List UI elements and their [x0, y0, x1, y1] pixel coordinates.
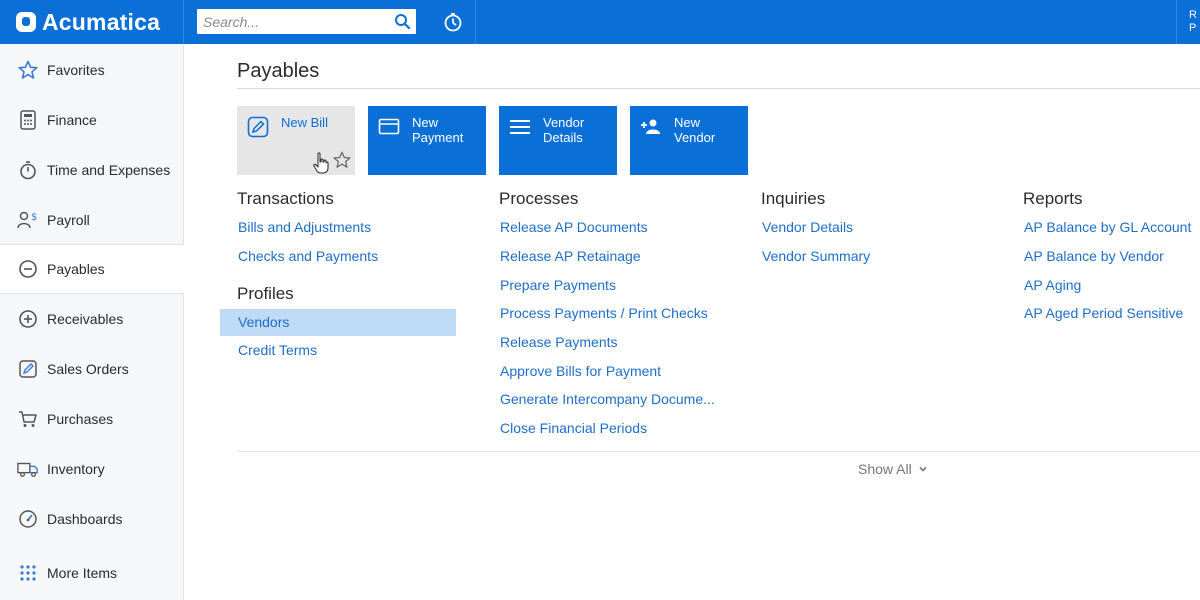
- hand-cursor-icon: [313, 152, 329, 174]
- app-name: Acumatica: [42, 8, 161, 35]
- sidebar-item-receivables[interactable]: Receivables: [0, 294, 184, 344]
- transactions-heading: Transactions: [237, 189, 334, 208]
- new-vendor-tile[interactable]: New Vendor: [630, 106, 748, 175]
- vendors-link[interactable]: Vendors: [220, 309, 456, 336]
- add-person-icon: [641, 119, 660, 134]
- vendor-details-tile[interactable]: Vendor Details: [499, 106, 617, 175]
- bottom-divider: [237, 451, 1200, 452]
- checks-and-payments-link[interactable]: Checks and Payments: [238, 248, 378, 264]
- sidebar-item-dashboards[interactable]: Dashboards: [0, 494, 184, 544]
- bills-and-adjustments-link[interactable]: Bills and Adjustments: [238, 219, 371, 235]
- show-all-button[interactable]: Show All: [858, 461, 928, 477]
- sidebar-item-label: Payroll: [47, 212, 90, 228]
- close-financial-periods-link[interactable]: Close Financial Periods: [500, 420, 647, 436]
- main-content: Payables New Bill New Payment Vendor Det…: [185, 44, 1200, 600]
- prepare-payments-link[interactable]: Prepare Payments: [500, 277, 616, 293]
- sidebar-item-sales-orders[interactable]: Sales Orders: [0, 344, 184, 394]
- sidebar-item-label: Time and Expenses: [47, 162, 171, 178]
- ap-aging-link[interactable]: AP Aging: [1024, 277, 1081, 293]
- sidebar-item-label: Sales Orders: [47, 361, 129, 377]
- gauge-icon: [17, 508, 39, 530]
- sidebar-item-label: Favorites: [47, 62, 105, 78]
- card-icon: [378, 118, 400, 135]
- logo-icon: [16, 12, 36, 32]
- ap-balance-by-gl-account-link[interactable]: AP Balance by GL Account: [1024, 219, 1191, 235]
- process-payments-print-checks-link[interactable]: Process Payments / Print Checks: [500, 305, 708, 321]
- sidebar-item-favorites[interactable]: Favorites: [0, 45, 184, 95]
- sidebar-item-payables[interactable]: Payables: [0, 244, 184, 294]
- stopwatch-icon: [17, 159, 39, 181]
- credit-terms-link[interactable]: Credit Terms: [238, 342, 317, 358]
- new-payment-tile[interactable]: New Payment: [368, 106, 486, 175]
- sidebar-item-label: Inventory: [47, 461, 105, 477]
- tile-label: New Vendor: [674, 115, 716, 145]
- sidebar-item-label: Finance: [47, 112, 97, 128]
- sidebar-item-finance[interactable]: Finance: [0, 95, 184, 145]
- svg-text:$: $: [31, 212, 37, 223]
- release-ap-documents-link[interactable]: Release AP Documents: [500, 219, 648, 235]
- edit-icon: [17, 358, 39, 380]
- processes-heading: Processes: [499, 189, 579, 208]
- tile-label: Vendor Details: [543, 115, 585, 145]
- top-bar: Acumatica R P: [0, 0, 1200, 44]
- approve-bills-for-payment-link[interactable]: Approve Bills for Payment: [500, 363, 661, 379]
- sidebar-item-payroll[interactable]: $ Payroll: [0, 195, 184, 245]
- sidebar-item-inventory[interactable]: Inventory: [0, 444, 184, 494]
- search-input[interactable]: [197, 9, 387, 34]
- ap-aged-period-sensitive-link[interactable]: AP Aged Period Sensitive: [1024, 305, 1183, 321]
- search-box: [197, 9, 416, 34]
- favorite-star-icon[interactable]: [333, 151, 351, 169]
- recent-activity-button[interactable]: [430, 0, 476, 44]
- title-divider: [237, 88, 1200, 89]
- release-ap-retainage-link[interactable]: Release AP Retainage: [500, 248, 641, 264]
- tile-label: New Bill: [281, 115, 328, 130]
- timer-icon: [444, 13, 461, 32]
- new-bill-tile[interactable]: New Bill: [237, 106, 355, 175]
- sidebar: Favorites Finance Time and Expenses $ Pa…: [0, 44, 184, 600]
- user-menu[interactable]: R P: [1176, 0, 1200, 44]
- truck-icon: [17, 458, 39, 480]
- show-all-label: Show All: [858, 461, 912, 477]
- generate-intercompany-documents-link[interactable]: Generate Intercompany Docume...: [500, 391, 715, 407]
- grid-dots-icon: [17, 562, 39, 584]
- vendor-details-link[interactable]: Vendor Details: [762, 219, 853, 235]
- cart-icon: [17, 408, 39, 430]
- sidebar-item-label: Receivables: [47, 311, 124, 327]
- release-payments-link[interactable]: Release Payments: [500, 334, 618, 350]
- person-dollar-icon: $: [17, 209, 39, 231]
- sidebar-item-purchases[interactable]: Purchases: [0, 394, 184, 444]
- tile-label: New Payment: [412, 115, 464, 145]
- ap-balance-by-vendor-link[interactable]: AP Balance by Vendor: [1024, 248, 1164, 264]
- profiles-heading: Profiles: [237, 284, 294, 303]
- sidebar-item-more-items[interactable]: More Items: [0, 548, 184, 598]
- app-logo[interactable]: Acumatica: [0, 0, 184, 44]
- search-icon[interactable]: [394, 13, 411, 30]
- sidebar-item-label: Payables: [47, 261, 105, 277]
- calculator-icon: [17, 109, 39, 131]
- sidebar-item-time-and-expenses[interactable]: Time and Expenses: [0, 145, 184, 195]
- pencil-icon: [247, 116, 269, 138]
- user-initial-1: R: [1189, 9, 1197, 21]
- vendor-summary-link[interactable]: Vendor Summary: [762, 248, 870, 264]
- sidebar-item-label: More Items: [47, 565, 118, 581]
- inquiries-heading: Inquiries: [761, 189, 826, 208]
- list-icon: [510, 120, 530, 134]
- page-title: Payables: [237, 60, 320, 82]
- reports-heading: Reports: [1023, 189, 1083, 208]
- user-initial-2: P: [1189, 22, 1197, 34]
- star-icon: [17, 59, 39, 81]
- sidebar-item-label: Purchases: [47, 411, 114, 427]
- minus-circle-icon: [17, 258, 39, 280]
- plus-circle-icon: [17, 308, 39, 330]
- sidebar-item-label: Dashboards: [47, 511, 123, 527]
- chevron-down-icon: [919, 466, 927, 472]
